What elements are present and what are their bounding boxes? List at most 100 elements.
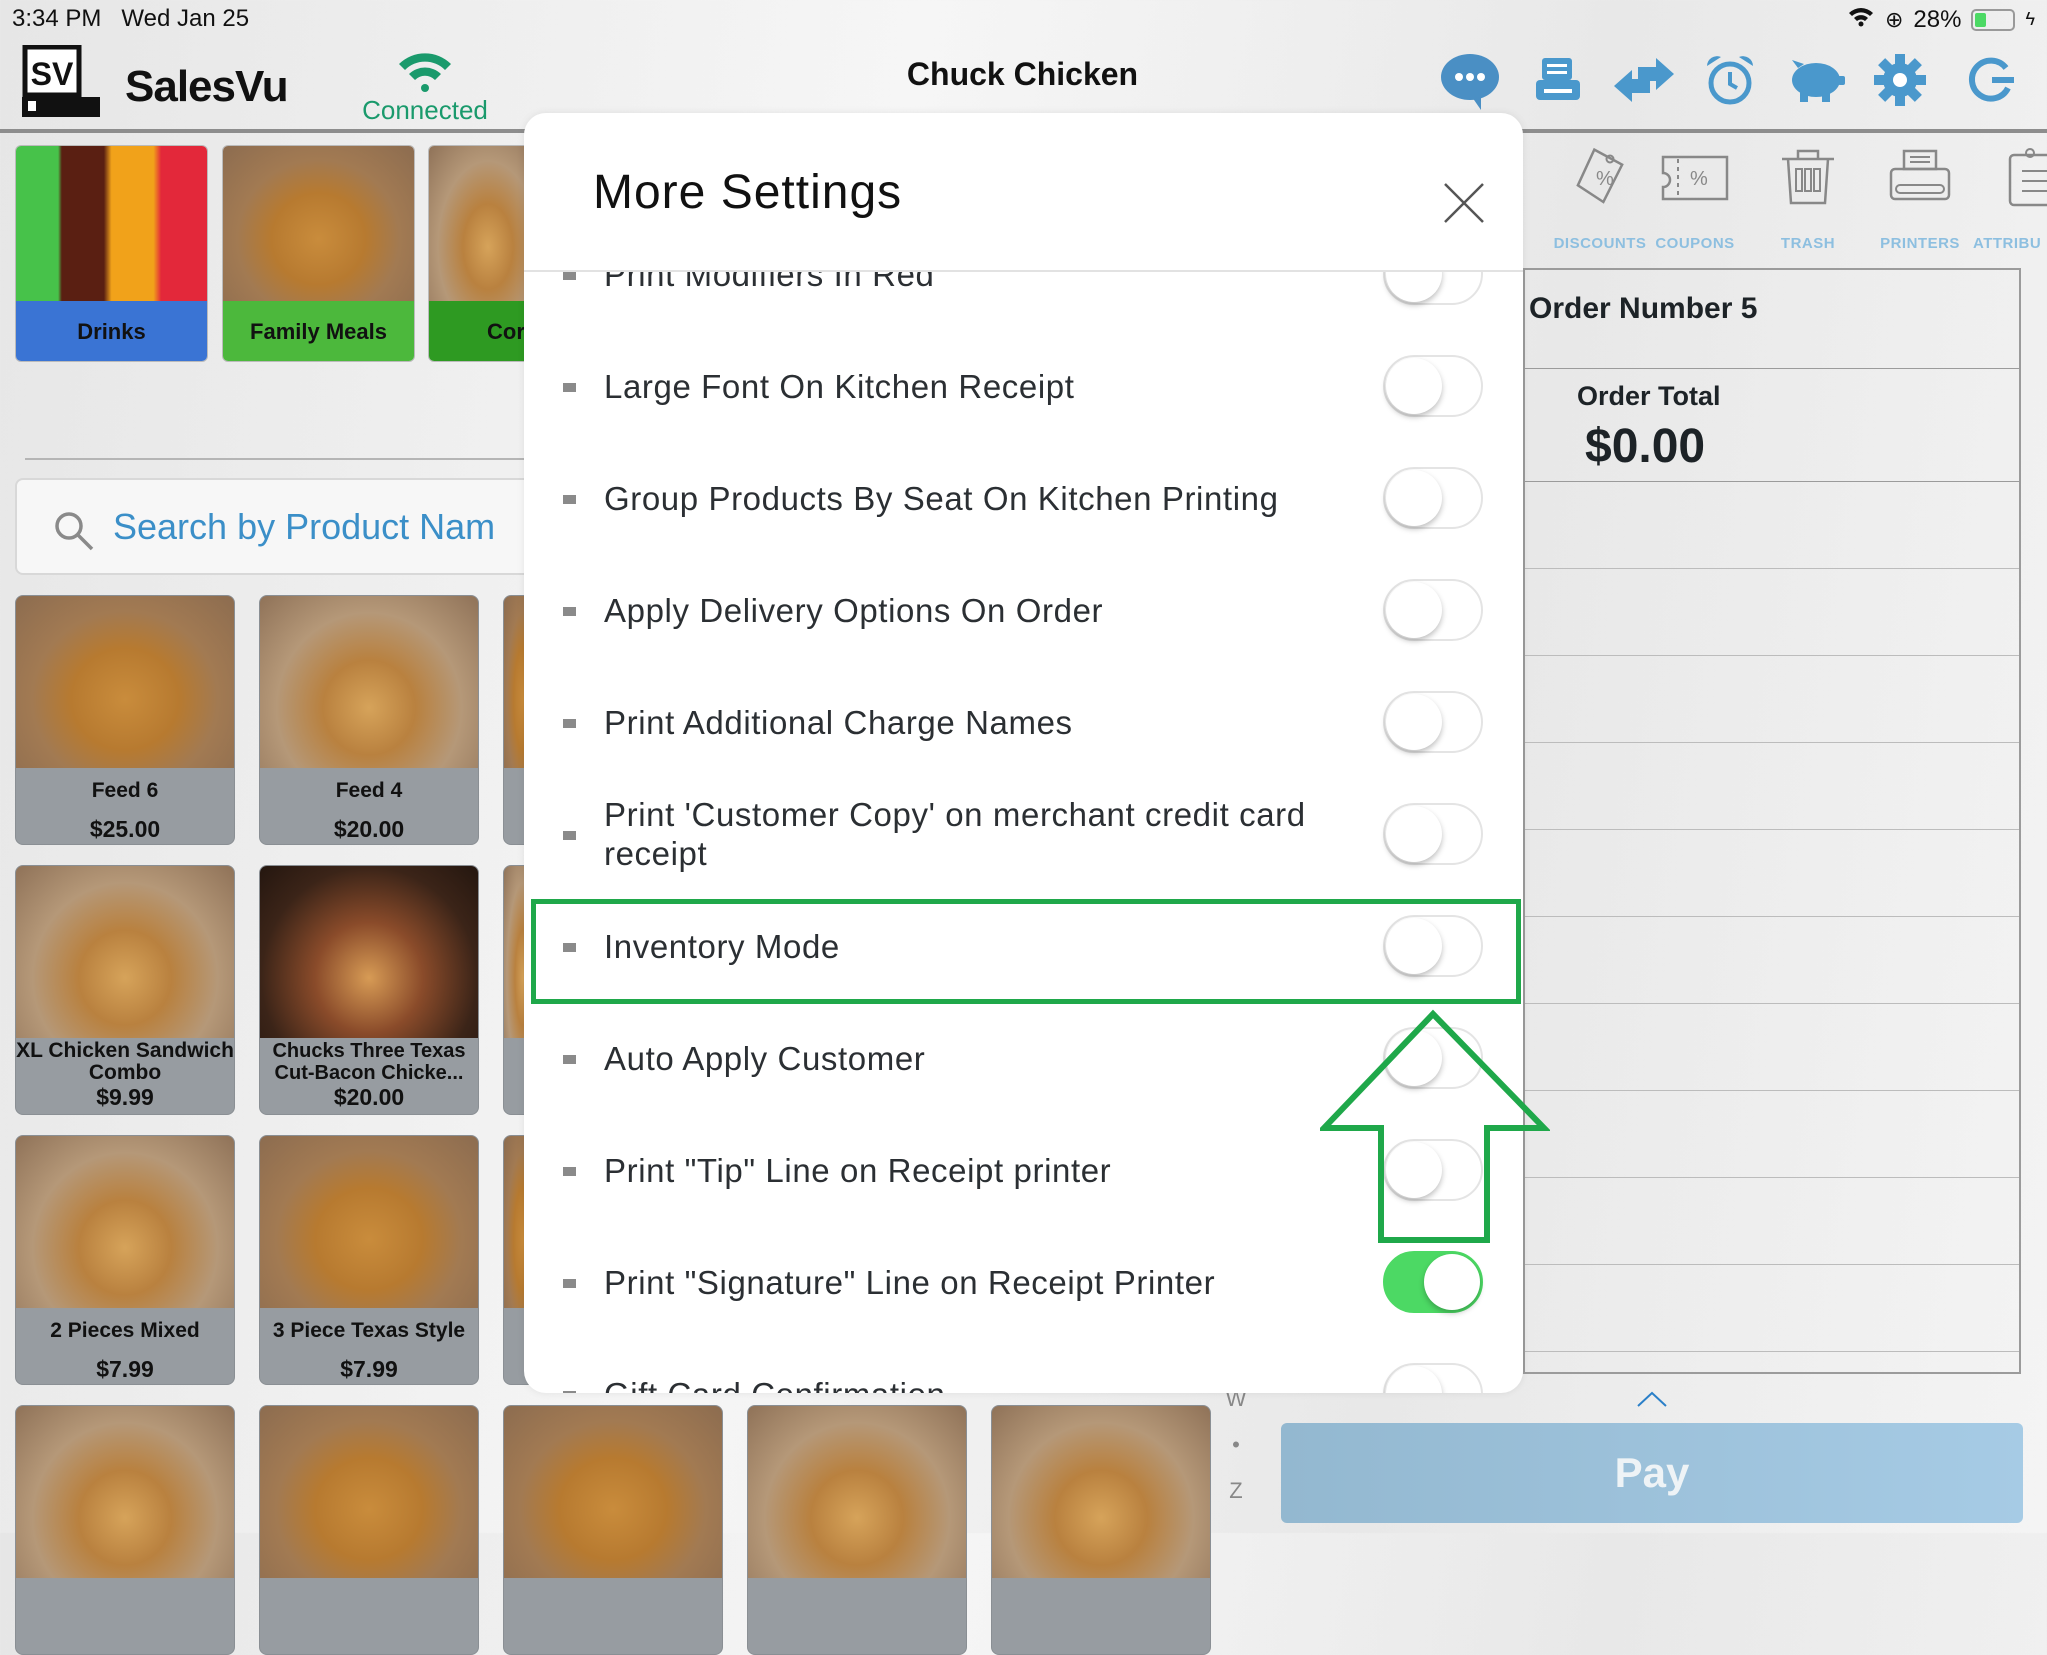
product-image — [16, 1136, 234, 1308]
bullet-icon — [563, 831, 576, 840]
trash-icon — [1782, 149, 1834, 205]
order-tools: % DISCOUNTS % COUPONS TRASH PRINTERS ATTRI… — [1523, 145, 2047, 255]
order-number: Order Number 5 — [1525, 270, 2019, 369]
order-line — [1525, 569, 2019, 656]
product-price: $9.99 — [96, 1084, 154, 1110]
chat-icon[interactable] — [1440, 52, 1500, 110]
product-price: $25.00 — [89, 816, 161, 842]
printer-icon — [1889, 149, 1951, 201]
product-image — [504, 1406, 722, 1578]
attributes-button[interactable]: ATTRIBU — [1973, 145, 2047, 252]
toggle-knob — [1424, 1254, 1480, 1310]
setting-label: Large Font On Kitchen Receipt — [604, 367, 1075, 405]
connection-label: Connected — [362, 95, 488, 125]
product-tile[interactable]: Feed 4 $20.00 — [259, 595, 479, 845]
printers-button[interactable]: PRINTERS — [1865, 145, 1975, 252]
setting-label: Apply Delivery Options On Order — [604, 591, 1104, 629]
product-name: 3 Piece Texas Style — [272, 1319, 466, 1342]
setting-toggle[interactable] — [1383, 272, 1483, 305]
status-bar: 3:34 PM Wed Jan 25 ⊕ 28% ϟ — [0, 0, 2047, 40]
product-tile[interactable] — [747, 1405, 967, 1655]
order-panel: Order Number 5 Order Total $0.00 — [1523, 268, 2021, 1374]
refresh-icon[interactable] — [1962, 52, 2022, 108]
clipboard-icon — [2008, 148, 2047, 207]
product-image — [260, 1406, 478, 1578]
setting-toggle[interactable] — [1383, 691, 1483, 753]
highlight-box — [531, 899, 1521, 1004]
orientation-lock-icon: ⊕ — [1884, 6, 1904, 32]
piggy-bank-icon[interactable] — [1786, 52, 1846, 108]
setting-label: Print Additional Charge Names — [604, 703, 1073, 741]
product-image — [260, 1136, 478, 1308]
bullet-icon — [563, 1055, 576, 1064]
product-image — [16, 596, 234, 768]
toggle-knob — [1386, 582, 1442, 638]
toggle-knob — [1386, 470, 1442, 526]
category-label: Drinks — [16, 301, 207, 361]
product-price: $20.00 — [333, 1084, 405, 1110]
category-label: Family Meals — [223, 301, 414, 361]
product-name: 2 Pieces Mixed — [50, 1319, 200, 1342]
search-placeholder: Search by Product Nam — [113, 506, 496, 547]
product-image — [16, 1406, 234, 1578]
store-title: Chuck Chicken — [906, 56, 1139, 92]
product-tile[interactable] — [259, 1405, 479, 1655]
setting-toggle[interactable] — [1383, 1251, 1483, 1313]
product-tile[interactable]: Chucks Three Texas Cut-Bacon Chicke... $2… — [259, 865, 479, 1115]
product-tile[interactable] — [991, 1405, 1211, 1655]
setting-toggle[interactable] — [1383, 1363, 1483, 1393]
category-family-meals[interactable]: Family Meals — [222, 145, 415, 362]
product-tile[interactable]: Feed 6 $25.00 — [15, 595, 235, 845]
category-drinks[interactable]: Drinks — [15, 145, 208, 362]
product-image — [992, 1406, 1210, 1578]
order-total-value: $0.00 — [1585, 420, 1706, 473]
product-tile[interactable]: 3 Piece Texas Style $7.99 — [259, 1135, 479, 1385]
transfer-icon[interactable] — [1612, 52, 1674, 108]
register-icon[interactable] — [1530, 52, 1590, 108]
svg-text:SV: SV — [31, 56, 74, 92]
product-tile[interactable] — [15, 1405, 235, 1655]
battery-percent: 28% — [1913, 5, 1962, 33]
order-total-label: Order Total — [1577, 381, 1721, 411]
product-price: $7.99 — [340, 1356, 398, 1382]
product-tile[interactable]: 2 Pieces Mixed $7.99 — [15, 1135, 235, 1385]
bullet-icon — [563, 1279, 576, 1288]
setting-label: Gift Card Confirmation — [604, 1338, 1364, 1394]
bullet-icon — [563, 607, 576, 616]
setting-toggle[interactable] — [1383, 467, 1483, 529]
setting-toggle[interactable] — [1383, 355, 1483, 417]
alarm-clock-icon[interactable] — [1702, 52, 1762, 108]
product-tile[interactable]: XL Chicken Sandwich Combo $9.99 — [15, 865, 235, 1115]
search-input[interactable]: Search by Product Nam — [15, 478, 575, 575]
discounts-button[interactable]: % DISCOUNTS — [1545, 145, 1655, 252]
setting-toggle[interactable] — [1383, 803, 1483, 865]
order-line — [1525, 1178, 2019, 1265]
order-line — [1525, 743, 2019, 830]
index-letter[interactable]: • — [1224, 1432, 1248, 1458]
bullet-icon — [563, 383, 576, 392]
setting-label: Auto Apply Customer — [604, 1039, 926, 1077]
setting-row: Large Font On Kitchen Receipt — [524, 330, 1523, 442]
product-image — [260, 596, 478, 768]
order-line — [1525, 830, 2019, 917]
product-tile[interactable] — [503, 1405, 723, 1655]
toggle-knob — [1386, 272, 1442, 302]
pay-button[interactable]: Pay — [1281, 1423, 2023, 1523]
coupons-button[interactable]: % COUPONS — [1640, 145, 1750, 252]
gear-icon[interactable] — [1872, 52, 1932, 108]
setting-label: Print "Signature" Line on Receipt Printe… — [604, 1263, 1216, 1301]
index-letter[interactable]: Z — [1224, 1478, 1248, 1504]
category-image — [223, 146, 414, 301]
order-line — [1525, 1265, 2019, 1352]
setting-toggle[interactable] — [1383, 579, 1483, 641]
setting-label: Group Products By Seat On Kitchen Printi… — [604, 479, 1279, 517]
trash-button[interactable]: TRASH — [1753, 145, 1863, 252]
charging-icon: ϟ — [2025, 9, 2035, 29]
order-line — [1525, 1091, 2019, 1178]
close-icon[interactable] — [1439, 178, 1489, 228]
toggle-knob — [1386, 806, 1442, 862]
chevron-up-icon[interactable] — [1636, 1390, 1668, 1408]
product-image — [748, 1406, 966, 1578]
category-image — [16, 146, 207, 301]
battery-icon — [1971, 8, 2016, 31]
